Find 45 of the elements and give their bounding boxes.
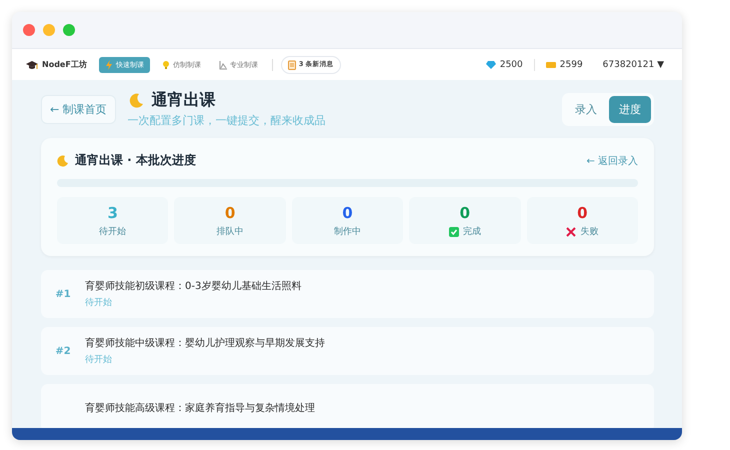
back-button[interactable]: ← 制课首页 xyxy=(41,94,116,124)
status-count: 0 xyxy=(460,204,470,222)
return-link[interactable]: ← 返回录入 xyxy=(586,154,638,168)
checkbox-icon xyxy=(448,226,459,236)
mode-tab[interactable]: 进度 xyxy=(609,96,651,122)
job-number: #2 xyxy=(54,346,72,356)
account-menu[interactable]: 673820121 ▼ xyxy=(602,60,664,70)
job-row[interactable]: #2 育婴师技能中级课程：婴幼儿护理观察与早期发展支持 待开始 xyxy=(41,327,654,375)
lightbulb-icon xyxy=(162,60,170,70)
crescent-moon-icon xyxy=(128,92,144,108)
status-label: 待开始 xyxy=(99,226,126,238)
status-label: 完成 xyxy=(462,226,481,238)
brand-name: NodeF工坊 xyxy=(42,59,87,70)
page-subtitle: 一次配置多门课，一键提交，醒来收成品 xyxy=(128,113,326,128)
status-label: 失败 xyxy=(580,226,598,238)
graduation-cap-icon xyxy=(26,60,38,70)
job-title: 育婴师技能中级课程：婴幼儿护理观察与早期发展支持 xyxy=(85,336,325,350)
lightning-icon xyxy=(104,60,113,70)
status-label: 排队中 xyxy=(216,226,244,238)
job-status: 待开始 xyxy=(85,296,113,309)
coin-balance: 2599 xyxy=(560,60,583,70)
ticket-icon xyxy=(546,62,556,68)
job-row[interactable]: 育婴师技能高级课程：家庭养育指导与复杂情境处理 xyxy=(41,384,654,428)
status-count: 0 xyxy=(577,204,588,222)
cross-icon xyxy=(566,226,576,236)
mode-tab[interactable]: 录入 xyxy=(565,96,607,122)
status-count: 3 xyxy=(107,204,118,222)
card-title: 通宵出课 · 本批次进度 xyxy=(75,152,196,169)
job-title: 育婴师技能高级课程：家庭养育指导与复杂情境处理 xyxy=(85,402,315,415)
status-count: 0 xyxy=(224,204,236,222)
crescent-moon-icon xyxy=(57,154,69,166)
job-title: 育婴师技能初级课程：0-3岁婴幼儿基础生活照料 xyxy=(85,280,302,293)
diamond-icon xyxy=(486,60,496,68)
status-label: 制作中 xyxy=(334,226,361,238)
page-title: 通宵出课 xyxy=(152,90,216,111)
gem-balance: 2500 xyxy=(500,60,523,70)
clipboard-icon xyxy=(288,60,296,70)
job-row[interactable]: #1 育婴师技能初级课程：0-3岁婴幼儿基础生活照料 待开始 xyxy=(41,270,654,318)
close-window-button[interactable] xyxy=(23,24,35,36)
zoom-window-button[interactable] xyxy=(63,24,75,36)
minimize-window-button[interactable] xyxy=(43,24,55,36)
job-number: #1 xyxy=(54,288,72,300)
job-status: 待开始 xyxy=(85,354,113,366)
chart-icon xyxy=(218,60,227,70)
status-count: 0 xyxy=(342,204,353,222)
